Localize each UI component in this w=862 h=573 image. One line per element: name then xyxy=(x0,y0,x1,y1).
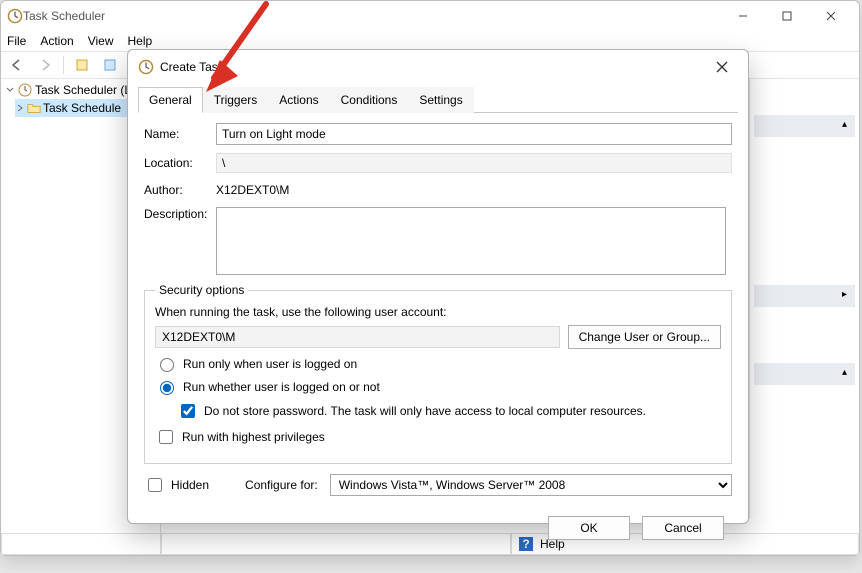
ok-button[interactable]: OK xyxy=(548,516,630,540)
chevron-down-icon xyxy=(5,85,15,95)
description-input[interactable] xyxy=(216,207,726,275)
chk-nopass-label: Do not store password. The task will onl… xyxy=(204,404,646,418)
titlebar: Task Scheduler xyxy=(1,1,859,31)
change-user-button[interactable]: Change User or Group... xyxy=(568,325,721,349)
chk-hidden-row[interactable]: Hidden xyxy=(144,475,209,495)
tree-root-label: Task Scheduler (L xyxy=(35,83,131,97)
chk-hidden[interactable] xyxy=(148,478,162,492)
chevron-up-icon: ▴ xyxy=(842,119,847,130)
tab-conditions[interactable]: Conditions xyxy=(330,87,409,113)
tab-actions[interactable]: Actions xyxy=(268,87,329,113)
account-display: X12DEXT0\M xyxy=(155,326,560,348)
close-button[interactable] xyxy=(809,2,853,30)
menu-view[interactable]: View xyxy=(88,34,114,48)
right-panel-row-2[interactable]: ▸ xyxy=(754,285,855,307)
menu-help[interactable]: Help xyxy=(128,34,153,48)
forward-button[interactable] xyxy=(33,54,57,76)
tab-page-general: Name: Location: \ Author: X12DEXT0\M Des… xyxy=(138,113,738,508)
configure-for-label: Configure for: xyxy=(245,478,318,492)
security-legend: Security options xyxy=(155,283,248,297)
tab-general[interactable]: General xyxy=(138,87,203,113)
folder-icon xyxy=(27,101,41,115)
radio-whether-row[interactable]: Run whether user is logged on or not xyxy=(155,378,721,395)
chk-nopass[interactable] xyxy=(181,404,195,418)
right-panel-row-1[interactable]: ▴ xyxy=(754,115,855,137)
clock-icon xyxy=(138,59,154,75)
configure-for-select[interactable]: Windows Vista™, Windows Server™ 2008 xyxy=(330,474,732,496)
tab-settings[interactable]: Settings xyxy=(408,87,473,113)
tab-triggers[interactable]: Triggers xyxy=(203,87,269,113)
menu-bar: File Action View Help xyxy=(1,31,859,51)
name-label: Name: xyxy=(144,127,216,141)
author-value: X12DEXT0\M xyxy=(216,181,732,199)
maximize-button[interactable] xyxy=(765,2,809,30)
chk-highest-label: Run with highest privileges xyxy=(182,430,325,444)
cancel-button[interactable]: Cancel xyxy=(642,516,724,540)
radio-logged-on-row[interactable]: Run only when user is logged on xyxy=(155,355,721,372)
tree-child-label: Task Schedule xyxy=(43,101,121,115)
window-title: Task Scheduler xyxy=(23,9,105,23)
clock-icon xyxy=(17,82,33,98)
toolbar-icon-2[interactable] xyxy=(98,54,122,76)
create-task-dialog: Create Task General Triggers Actions Con… xyxy=(127,49,749,524)
app-icon xyxy=(7,8,23,24)
chevron-right-icon: ▸ xyxy=(842,289,847,300)
dialog-titlebar: Create Task xyxy=(128,50,748,84)
dialog-close-button[interactable] xyxy=(706,53,738,81)
minimize-button[interactable] xyxy=(721,2,765,30)
location-value: \ xyxy=(216,153,732,173)
chk-highest[interactable] xyxy=(159,430,173,444)
chevron-up-icon: ▴ xyxy=(842,367,847,378)
menu-action[interactable]: Action xyxy=(40,34,73,48)
tab-strip: General Triggers Actions Conditions Sett… xyxy=(138,86,738,113)
menu-file[interactable]: File xyxy=(7,34,26,48)
radio-whether-label: Run whether user is logged on or not xyxy=(183,380,380,394)
right-panel: ▴ ▸ ▴ xyxy=(749,79,859,519)
dialog-title: Create Task xyxy=(160,60,224,74)
chk-highest-row[interactable]: Run with highest privileges xyxy=(155,427,721,447)
radio-logged-on[interactable] xyxy=(160,358,174,372)
security-options-group: Security options When running the task, … xyxy=(144,283,732,464)
chk-nopass-row[interactable]: Do not store password. The task will onl… xyxy=(177,401,721,421)
back-button[interactable] xyxy=(5,54,29,76)
toolbar-icon-1[interactable] xyxy=(70,54,94,76)
radio-logged-on-label: Run only when user is logged on xyxy=(183,357,357,371)
radio-whether[interactable] xyxy=(160,381,174,395)
chk-hidden-label: Hidden xyxy=(171,478,209,492)
location-label: Location: xyxy=(144,156,216,170)
name-input[interactable] xyxy=(216,123,732,145)
description-label: Description: xyxy=(144,207,216,221)
chevron-right-icon xyxy=(15,103,25,113)
author-label: Author: xyxy=(144,183,216,197)
security-prompt: When running the task, use the following… xyxy=(155,305,721,319)
right-panel-row-3[interactable]: ▴ xyxy=(754,363,855,385)
